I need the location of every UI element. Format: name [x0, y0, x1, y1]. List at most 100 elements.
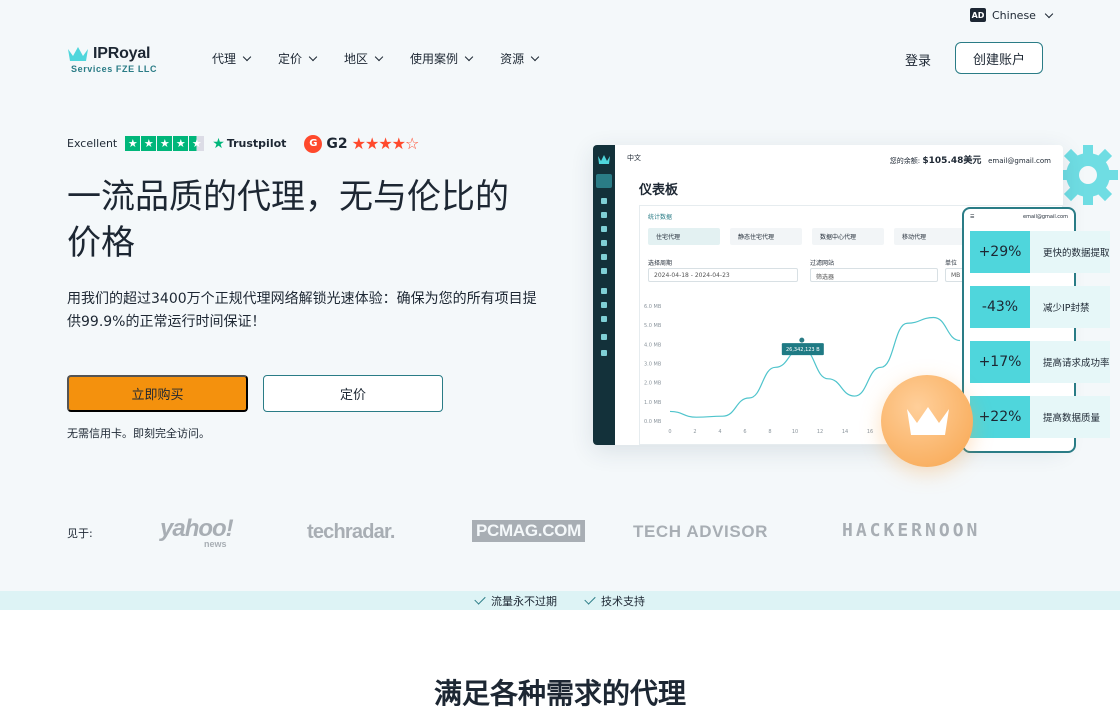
stat-card: +29% 更快的数据提取 — [970, 231, 1110, 273]
stat-label: 更快的数据提取 — [1030, 231, 1110, 273]
x-tick-label: 16 — [867, 429, 873, 435]
language-icon: AD — [970, 8, 986, 22]
bolt-icon — [601, 212, 607, 218]
signup-button[interactable]: 创建账户 — [955, 42, 1043, 74]
nav-label: 地区 — [344, 52, 369, 66]
x-tick-label: 12 — [817, 429, 823, 435]
nav-label: 定价 — [278, 52, 303, 66]
section-title: 满足各种需求的代理 — [433, 677, 686, 710]
star-half-icon: ★ — [189, 136, 205, 151]
proxy-tabs: 住宅代理 静态住宅代理 数据中心代理 移动代理 — [648, 228, 966, 245]
tab-mobile[interactable]: 移动代理 — [894, 228, 966, 245]
g2-rating[interactable]: G G2 ★★★★☆ — [304, 134, 420, 153]
g2-stars: ★★★★☆ — [351, 134, 420, 153]
crown-icon — [601, 198, 607, 204]
tooltip-text: 26,342,123 B — [786, 347, 820, 353]
nav-item-resources[interactable]: 资源 — [500, 50, 540, 67]
date-range-input[interactable]: 2024-04-18 - 2024-04-23 — [648, 268, 798, 282]
dashboard-topbar: 中文 您的余额: $105.48美元 email@gmail.com — [627, 153, 1051, 166]
phone-topbar: ☰ email@gmail.com — [964, 209, 1074, 225]
tab-datacenter[interactable]: 数据中心代理 — [812, 228, 884, 245]
x-tick-label: 4 — [718, 429, 721, 435]
login-link[interactable]: 登录 — [905, 50, 931, 69]
chevron-down-icon — [308, 52, 318, 62]
language-label: Chinese — [992, 8, 1036, 22]
g2-label: G2 — [326, 135, 348, 152]
tech-advisor-logo: TECH ADVISOR — [633, 522, 769, 541]
y-tick-label: 2.0 MB — [644, 381, 662, 387]
stat-card: -43% 减少IP封禁 — [970, 286, 1110, 328]
yahoo-news-sub: news — [204, 539, 227, 549]
monitor-icon — [601, 288, 607, 294]
crown-icon — [907, 407, 949, 435]
x-tick-label: 0 — [668, 429, 671, 435]
language-selector[interactable]: AD Chinese — [970, 8, 1054, 22]
star-icon: ★ — [125, 136, 141, 151]
star-icon: ★ — [157, 136, 173, 151]
logo[interactable]: IPRoyal Services FZE LLC — [67, 45, 157, 74]
wallet-icon — [601, 334, 607, 340]
x-tick-label: 8 — [768, 429, 771, 435]
check-icon — [584, 593, 596, 605]
x-tick-label: 14 — [842, 429, 848, 435]
y-tick-label: 3.0 MB — [644, 362, 662, 368]
feature-strip: 流量永不过期 技术支持 — [0, 591, 1120, 610]
dashboard-sidebar — [593, 145, 615, 445]
logo-subtitle: Services FZE LLC — [71, 64, 158, 74]
trustpilot-logo[interactable]: ★ Trustpilot — [212, 136, 286, 152]
crown-icon — [68, 47, 88, 61]
feature-item: 技术支持 — [584, 593, 645, 609]
buy-now-button[interactable]: 立即购买 — [67, 375, 248, 412]
y-tick-label: 4.0 MB — [644, 342, 662, 348]
dashboard-account: 您的余额: $105.48美元 email@gmail.com — [890, 153, 1051, 166]
pricing-button[interactable]: 定价 — [263, 375, 443, 412]
y-tick-label: 6.0 MB — [644, 304, 662, 310]
hero-headline: 一流品质的代理，无与伦比的价格 — [67, 177, 509, 263]
chevron-down-icon — [1044, 9, 1054, 18]
stat-value: +29% — [970, 231, 1030, 273]
filter-input[interactable]: 筛选器 — [810, 268, 938, 282]
pcmag-logo: PCMAG.COM — [472, 520, 585, 542]
stat-label: 提高请求成功率 — [1030, 341, 1110, 383]
phone-email: email@gmail.com — [1023, 214, 1068, 220]
dashboard-language[interactable]: 中文 — [627, 153, 641, 166]
hackernoon-logo: HACKERNOON — [842, 520, 981, 541]
y-tick-label: 1.0 MB — [644, 400, 662, 406]
star-icon: ★ — [212, 135, 225, 152]
filter-label: 过滤网站 — [810, 260, 835, 267]
balance-label: 您的余额: — [889, 157, 921, 165]
unit-label: 单位 — [945, 260, 958, 267]
nav-item-pricing[interactable]: 定价 — [278, 50, 318, 67]
tab-residential[interactable]: 住宅代理 — [648, 228, 720, 245]
trustpilot-stars: ★ ★ ★ ★ ★ — [125, 136, 205, 151]
stat-card: +17% 提高请求成功率 — [970, 341, 1110, 383]
chevron-down-icon — [374, 52, 384, 62]
star-icon: ★ — [173, 136, 189, 151]
tab-static-residential[interactable]: 静态住宅代理 — [730, 228, 802, 245]
bulb-icon — [601, 316, 607, 322]
nav-item-use-cases[interactable]: 使用案例 — [410, 50, 474, 67]
trustpilot-rating-text: Excellent — [67, 137, 118, 150]
home-icon — [596, 174, 612, 188]
cloud-icon — [601, 254, 607, 260]
document-icon — [601, 240, 607, 246]
balance-value: $105.48美元 — [922, 156, 982, 166]
stats-label: 统计数据 — [648, 214, 673, 221]
nav-item-proxies[interactable]: 代理 — [212, 50, 252, 67]
y-tick-label: 0.0 MB — [644, 419, 662, 425]
crown-badge — [881, 375, 973, 467]
feature-item: 流量永不过期 — [474, 593, 557, 609]
stat-value: +22% — [970, 396, 1030, 438]
nav-label: 使用案例 — [410, 52, 459, 66]
data-point[interactable] — [799, 337, 805, 343]
logo-name: IPRoyal — [93, 45, 151, 62]
date-label: 选择周期 — [648, 260, 673, 267]
g2-icon: G — [304, 134, 323, 153]
menu-icon[interactable]: ☰ — [970, 214, 974, 220]
check-icon — [474, 593, 486, 605]
nav-item-locations[interactable]: 地区 — [344, 50, 384, 67]
crown-icon — [598, 155, 610, 164]
mobile-icon — [601, 268, 607, 274]
nav-label: 代理 — [212, 52, 237, 66]
dashboard-email: email@gmail.com — [988, 157, 1051, 165]
